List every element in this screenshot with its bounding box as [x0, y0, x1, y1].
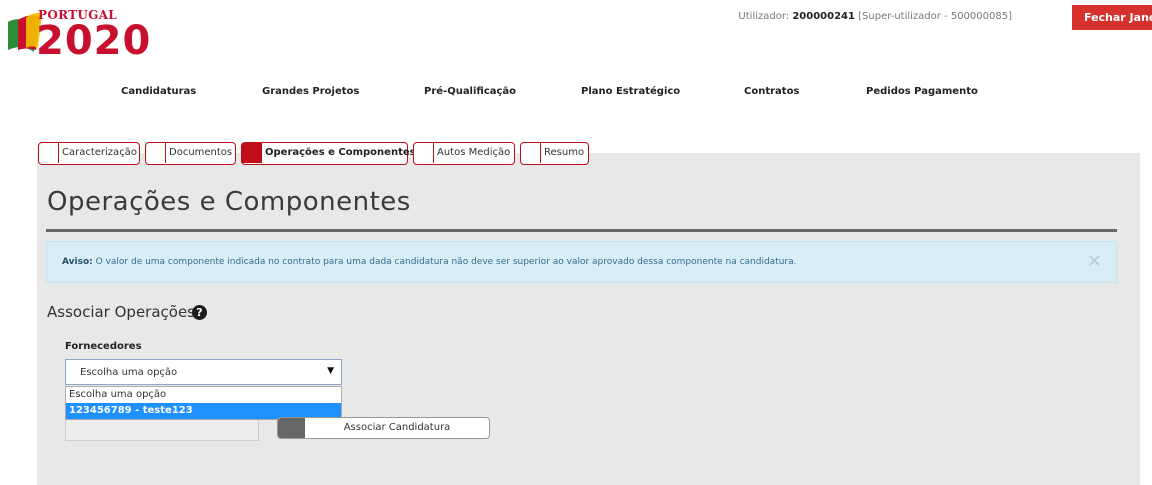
tab-marker	[414, 143, 434, 163]
user-role: [Super-utilizador - 500000085]	[858, 11, 1012, 22]
fornecedores-select[interactable]: Escolha uma opção ▼	[65, 359, 342, 385]
tab-caracterizacao[interactable]: Caracterização	[38, 142, 140, 165]
fornecedores-label: Fornecedores	[65, 341, 142, 352]
user-id: 200000241	[792, 11, 855, 22]
main-nav: Candidaturas Grandes Projetos Pré-Qualif…	[0, 86, 1152, 102]
tab-marker	[146, 143, 166, 163]
tab-marker	[39, 143, 59, 163]
fornecedores-dropdown-list: Escolha uma opção 123456789 - teste123	[65, 386, 342, 420]
user-info: Utilizador: 200000241 [Super-utilizador …	[738, 11, 1012, 22]
tab-marker	[521, 143, 541, 163]
warning-alert: Aviso: O valor de uma componente indicad…	[46, 241, 1117, 283]
help-icon[interactable]: ?	[192, 305, 207, 320]
logo-year-text: 2020	[36, 18, 152, 64]
nav-contratos[interactable]: Contratos	[744, 86, 799, 97]
caret-down-icon: ▼	[327, 366, 334, 376]
alert-message: O valor de uma componente indicada no co…	[95, 257, 797, 267]
nav-candidaturas[interactable]: Candidaturas	[121, 86, 196, 97]
dropdown-option[interactable]: Escolha uma opção	[66, 387, 341, 403]
tab-documentos[interactable]: Documentos	[145, 142, 236, 165]
button-label: Associar Candidatura	[343, 422, 451, 433]
nav-plano-estrategico[interactable]: Plano Estratégico	[581, 86, 680, 97]
close-window-button[interactable]: Fechar Janela	[1072, 5, 1152, 30]
user-label: Utilizador:	[738, 11, 790, 22]
tab-operacoes-componentes[interactable]: Operações e Componentes	[241, 142, 416, 165]
associar-candidatura-button[interactable]: Associar Candidatura	[277, 417, 490, 439]
alert-text: Aviso: O valor de uma componente indicad…	[62, 257, 797, 267]
nav-grandes-projetos[interactable]: Grandes Projetos	[262, 86, 359, 97]
tab-label: Documentos	[169, 147, 233, 158]
tab-label: Autos Medição	[437, 147, 511, 158]
tab-marker	[242, 143, 262, 163]
tab-label: Caracterização	[62, 147, 137, 158]
close-icon[interactable]: ×	[1087, 252, 1102, 270]
alert-label: Aviso:	[62, 257, 93, 267]
tab-resumo[interactable]: Resumo	[520, 142, 589, 165]
nav-pedidos-pagamento[interactable]: Pedidos Pagamento	[866, 86, 978, 97]
title-divider	[46, 229, 1117, 232]
section-title-associar: Associar Operações	[47, 303, 195, 321]
tab-label: Resumo	[544, 147, 585, 158]
button-marker	[278, 418, 305, 438]
select-value: Escolha uma opção	[80, 367, 178, 378]
disabled-field	[65, 420, 259, 441]
tab-label: Operações e Componentes	[265, 147, 416, 158]
page-title: Operações e Componentes	[47, 187, 411, 217]
tab-autos-medicao[interactable]: Autos Medição	[413, 142, 515, 165]
nav-pre-qualificacao[interactable]: Pré-Qualificação	[424, 86, 516, 97]
